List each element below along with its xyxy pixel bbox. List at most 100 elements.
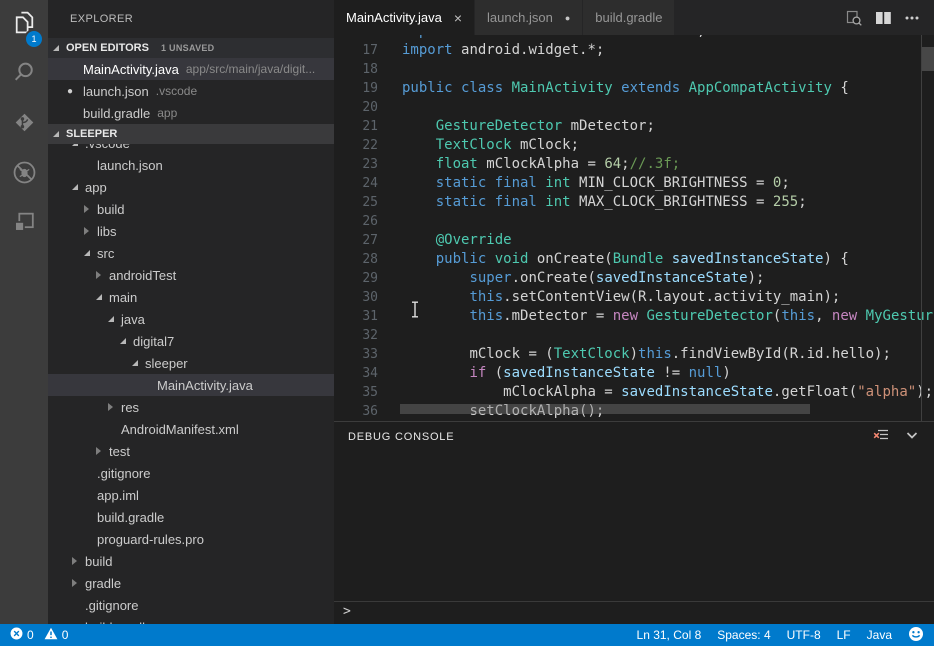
status-indentation[interactable]: Spaces: 4 — [717, 628, 770, 642]
status-eol[interactable]: LF — [837, 628, 851, 642]
tab-build-gradle[interactable]: build.gradle — [583, 0, 675, 35]
tabs: MainActivity.java×launch.json●build.grad… — [334, 0, 675, 35]
sidebar-title: EXPLORER — [48, 0, 334, 38]
vertical-scrollbar[interactable] — [921, 35, 934, 421]
tree-item-build[interactable]: build — [48, 198, 334, 220]
tree-item-build-gradle[interactable]: build.gradle — [48, 506, 334, 528]
activity-bar-item-source-control[interactable] — [0, 100, 48, 150]
tree-item-gradle[interactable]: gradle — [48, 572, 334, 594]
code-text: mClockAlpha = savedInstanceState.getFloa… — [402, 383, 933, 402]
activity-bar-item-debug[interactable] — [0, 150, 48, 200]
tree-item-androidtest[interactable]: androidTest — [48, 264, 334, 286]
tree-item-launch-json[interactable]: launch.json — [48, 154, 334, 176]
status-feedback[interactable] — [908, 626, 924, 645]
code-text: mClock = (TextClock)this.findViewById(R.… — [402, 345, 891, 364]
tree-item-label: app.iml — [97, 488, 139, 503]
tree-item-main[interactable]: main — [48, 286, 334, 308]
line-number[interactable]: 24 — [334, 174, 378, 193]
tree-item-libs[interactable]: libs — [48, 220, 334, 242]
line-number[interactable]: 30 — [334, 288, 378, 307]
tree-item-app-iml[interactable]: app.iml — [48, 484, 334, 506]
line-number[interactable]: 25 — [334, 193, 378, 212]
tree-item-gitignore[interactable]: .gitignore — [48, 594, 334, 616]
close-tab-icon[interactable]: × — [454, 11, 462, 25]
debug-console-input[interactable]: > — [334, 601, 934, 621]
code-line-23: 23 float mClockAlpha = 64;//.3f; — [334, 155, 934, 174]
workspace-section-header[interactable]: SLEEPER — [48, 124, 334, 144]
line-number[interactable]: 27 — [334, 231, 378, 250]
line-number[interactable]: 33 — [334, 345, 378, 364]
line-number[interactable]: 35 — [334, 383, 378, 402]
line-number[interactable]: 21 — [334, 117, 378, 136]
tree-item-proguard-rules-pro[interactable]: proguard-rules.pro — [48, 528, 334, 550]
code-line-18: 18 — [334, 60, 934, 79]
line-number[interactable]: 23 — [334, 155, 378, 174]
tree-item-sleeper[interactable]: sleeper — [48, 352, 334, 374]
tree-item-gitignore[interactable]: .gitignore — [48, 462, 334, 484]
activity-bar-item-explorer[interactable]: 1 — [0, 0, 48, 50]
tab-label: launch.json — [487, 10, 553, 25]
line-number[interactable]: 18 — [334, 60, 378, 79]
tree-item-build[interactable]: build — [48, 550, 334, 572]
vertical-scrollbar-thumb[interactable] — [922, 47, 934, 71]
code-line-31: 31 this.mDetector = new GestureDetector(… — [334, 307, 934, 326]
line-number[interactable]: 31 — [334, 307, 378, 326]
line-number[interactable]: 28 — [334, 250, 378, 269]
tree-item-app[interactable]: app — [48, 176, 334, 198]
tree-item-res[interactable]: res — [48, 396, 334, 418]
line-number[interactable]: 20 — [334, 98, 378, 117]
console-prompt: > — [343, 604, 351, 619]
tree-item-digital7[interactable]: digital7 — [48, 330, 334, 352]
tree-item-androidmanifest-xml[interactable]: AndroidManifest.xml — [48, 418, 334, 440]
open-editors-header[interactable]: OPEN EDITORS 1 UNSAVED — [48, 38, 334, 58]
line-number[interactable]: 17 — [334, 41, 378, 60]
open-editor-launch-json[interactable]: ●launch.json.vscode — [48, 80, 334, 102]
tree-item-src[interactable]: src — [48, 242, 334, 264]
status-encoding[interactable]: UTF-8 — [787, 628, 821, 642]
split-editor-icon[interactable] — [875, 11, 892, 25]
twistie-expanded-icon — [84, 250, 97, 256]
tab-bar: MainActivity.java×launch.json●build.grad… — [334, 0, 934, 35]
tree-item-vscode[interactable]: .vscode — [48, 144, 334, 154]
unsaved-badge: 1 UNSAVED — [161, 43, 215, 53]
tree-item-test[interactable]: test — [48, 440, 334, 462]
status-problems[interactable]: 0 0 — [10, 627, 68, 643]
line-number[interactable]: 29 — [334, 269, 378, 288]
tree-item-label: main — [109, 290, 137, 305]
code-text: this.setContentView(R.layout.activity_ma… — [402, 288, 840, 307]
explorer-sidebar: EXPLORER OPEN EDITORS 1 UNSAVED MainActi… — [48, 0, 334, 624]
line-number[interactable]: 36 — [334, 402, 378, 421]
tab-mainactivity-java[interactable]: MainActivity.java× — [334, 0, 475, 35]
open-editor-mainactivity-java[interactable]: MainActivity.javaapp/src/main/java/digit… — [48, 58, 334, 80]
line-number[interactable]: 26 — [334, 212, 378, 231]
open-editor-description: app — [157, 106, 177, 120]
line-number[interactable]: 34 — [334, 364, 378, 383]
line-number[interactable]: 32 — [334, 326, 378, 345]
open-editors-list: MainActivity.javaapp/src/main/java/digit… — [48, 58, 334, 124]
tree-item-label: app — [85, 180, 107, 195]
open-editor-description: .vscode — [156, 84, 197, 98]
collapse-panel-icon[interactable] — [904, 427, 920, 448]
tab-launch-json[interactable]: launch.json● — [475, 0, 583, 35]
clear-console-icon[interactable] — [873, 427, 890, 448]
open-editor-build-gradle[interactable]: build.gradleapp — [48, 102, 334, 124]
tree-item-build-gradle[interactable]: build.gradle — [48, 616, 334, 624]
open-preview-icon[interactable] — [845, 9, 863, 27]
error-icon — [10, 627, 23, 643]
tree-item-java[interactable]: java — [48, 308, 334, 330]
more-actions-icon[interactable] — [904, 11, 920, 25]
status-bar: 0 0 Ln 31, Col 8 Spaces: 4 UTF-8 LF Java — [0, 624, 934, 646]
status-cursor-position[interactable]: Ln 31, Col 8 — [637, 628, 702, 642]
code-text: public class MainActivity extends AppCom… — [402, 79, 849, 98]
activity-bar-item-search[interactable] — [0, 50, 48, 100]
tree-item-mainactivity-java[interactable]: MainActivity.java — [48, 374, 334, 396]
twistie-collapsed-icon — [84, 227, 97, 235]
line-number[interactable]: 22 — [334, 136, 378, 155]
status-language[interactable]: Java — [867, 628, 892, 642]
horizontal-scrollbar-thumb[interactable] — [400, 404, 810, 414]
tree-item-label: MainActivity.java — [157, 378, 253, 393]
line-number[interactable]: 19 — [334, 79, 378, 98]
activity-bar-item-extensions[interactable] — [0, 200, 48, 250]
search-icon — [11, 59, 38, 91]
code-editor[interactable]: 16import android.view.GestureDetector;17… — [334, 35, 934, 421]
